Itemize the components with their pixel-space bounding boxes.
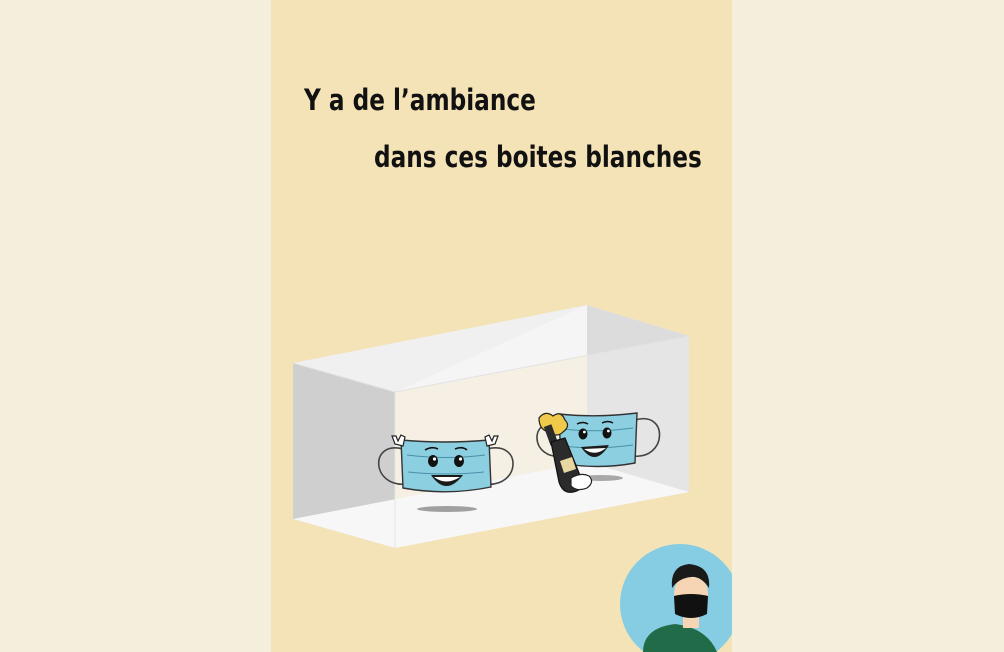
illustration — [292, 305, 732, 652]
poster: Y a de l’ambiance dans ces boites blanch… — [271, 0, 732, 652]
mask-left-shadow — [417, 506, 477, 512]
avatar-icon — [620, 544, 732, 652]
